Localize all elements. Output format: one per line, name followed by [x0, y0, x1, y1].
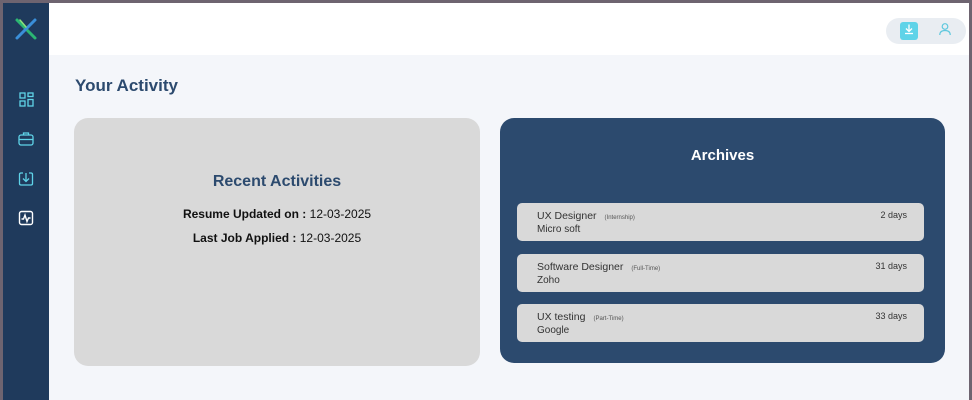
archive-company: Google	[537, 325, 570, 336]
archive-job-title: UX Designer	[537, 210, 597, 222]
download-button[interactable]	[900, 22, 918, 40]
archive-company: Zoho	[537, 275, 560, 286]
sidebar-item-jobs[interactable]	[16, 131, 36, 151]
archive-job-type: (Part-Time)	[593, 316, 624, 322]
x-logo-icon[interactable]	[14, 17, 38, 41]
activity-icon	[18, 210, 34, 231]
sidebar-item-activity[interactable]	[16, 210, 36, 230]
archives-card: Archives UX Designer (Internship) Micro s…	[500, 118, 945, 363]
last-job-applied-label: Last Job Applied :	[192, 231, 297, 245]
archive-item[interactable]: Software Designer (Full-Time) Zoho 31 day…	[517, 254, 924, 292]
topbar-actions	[886, 18, 966, 44]
resume-updated-label: Resume Updated on :	[182, 207, 307, 221]
archive-time-ago: 31 days	[875, 261, 907, 271]
recent-activities-title: Recent Activities	[212, 173, 342, 190]
archive-job-type: (Full-Time)	[631, 266, 661, 272]
archive-job-type: (Internship)	[604, 215, 635, 221]
last-job-applied-row: Last Job Applied : 12-03-2025	[74, 231, 480, 245]
archive-company: Micro soft	[537, 224, 581, 235]
archive-job-title: UX testing	[537, 311, 586, 323]
archive-time-ago: 33 days	[875, 311, 907, 321]
recent-activities-card: Recent Activities Resume Updated on : 12…	[74, 118, 480, 366]
sidebar-item-downloads[interactable]	[16, 171, 36, 191]
download-icon	[903, 22, 915, 40]
user-profile-button[interactable]	[936, 22, 954, 40]
sidebar	[3, 3, 49, 400]
archive-job-title: Software Designer	[537, 261, 624, 273]
resume-updated-date: 12-03-2025	[309, 207, 372, 221]
archive-item[interactable]: UX Designer (Internship) Micro soft 2 day…	[517, 203, 924, 241]
archive-item[interactable]: UX testing (Part-Time) Google 33 days	[517, 304, 924, 342]
user-icon	[938, 22, 952, 41]
page-title: Your Activity	[75, 76, 178, 95]
archive-time-ago: 2 days	[880, 210, 907, 220]
app-frame: Your Activity Recent Activities Resume U…	[3, 3, 969, 400]
last-job-applied-date: 12-03-2025	[299, 231, 362, 245]
topbar	[49, 3, 969, 55]
sidebar-item-dashboard[interactable]	[16, 92, 36, 112]
archives-title: Archives	[690, 147, 755, 164]
resume-updated-row: Resume Updated on : 12-03-2025	[74, 207, 480, 221]
download-icon	[18, 171, 34, 192]
briefcase-icon	[18, 131, 34, 151]
dashboard-grid-icon	[18, 92, 34, 112]
